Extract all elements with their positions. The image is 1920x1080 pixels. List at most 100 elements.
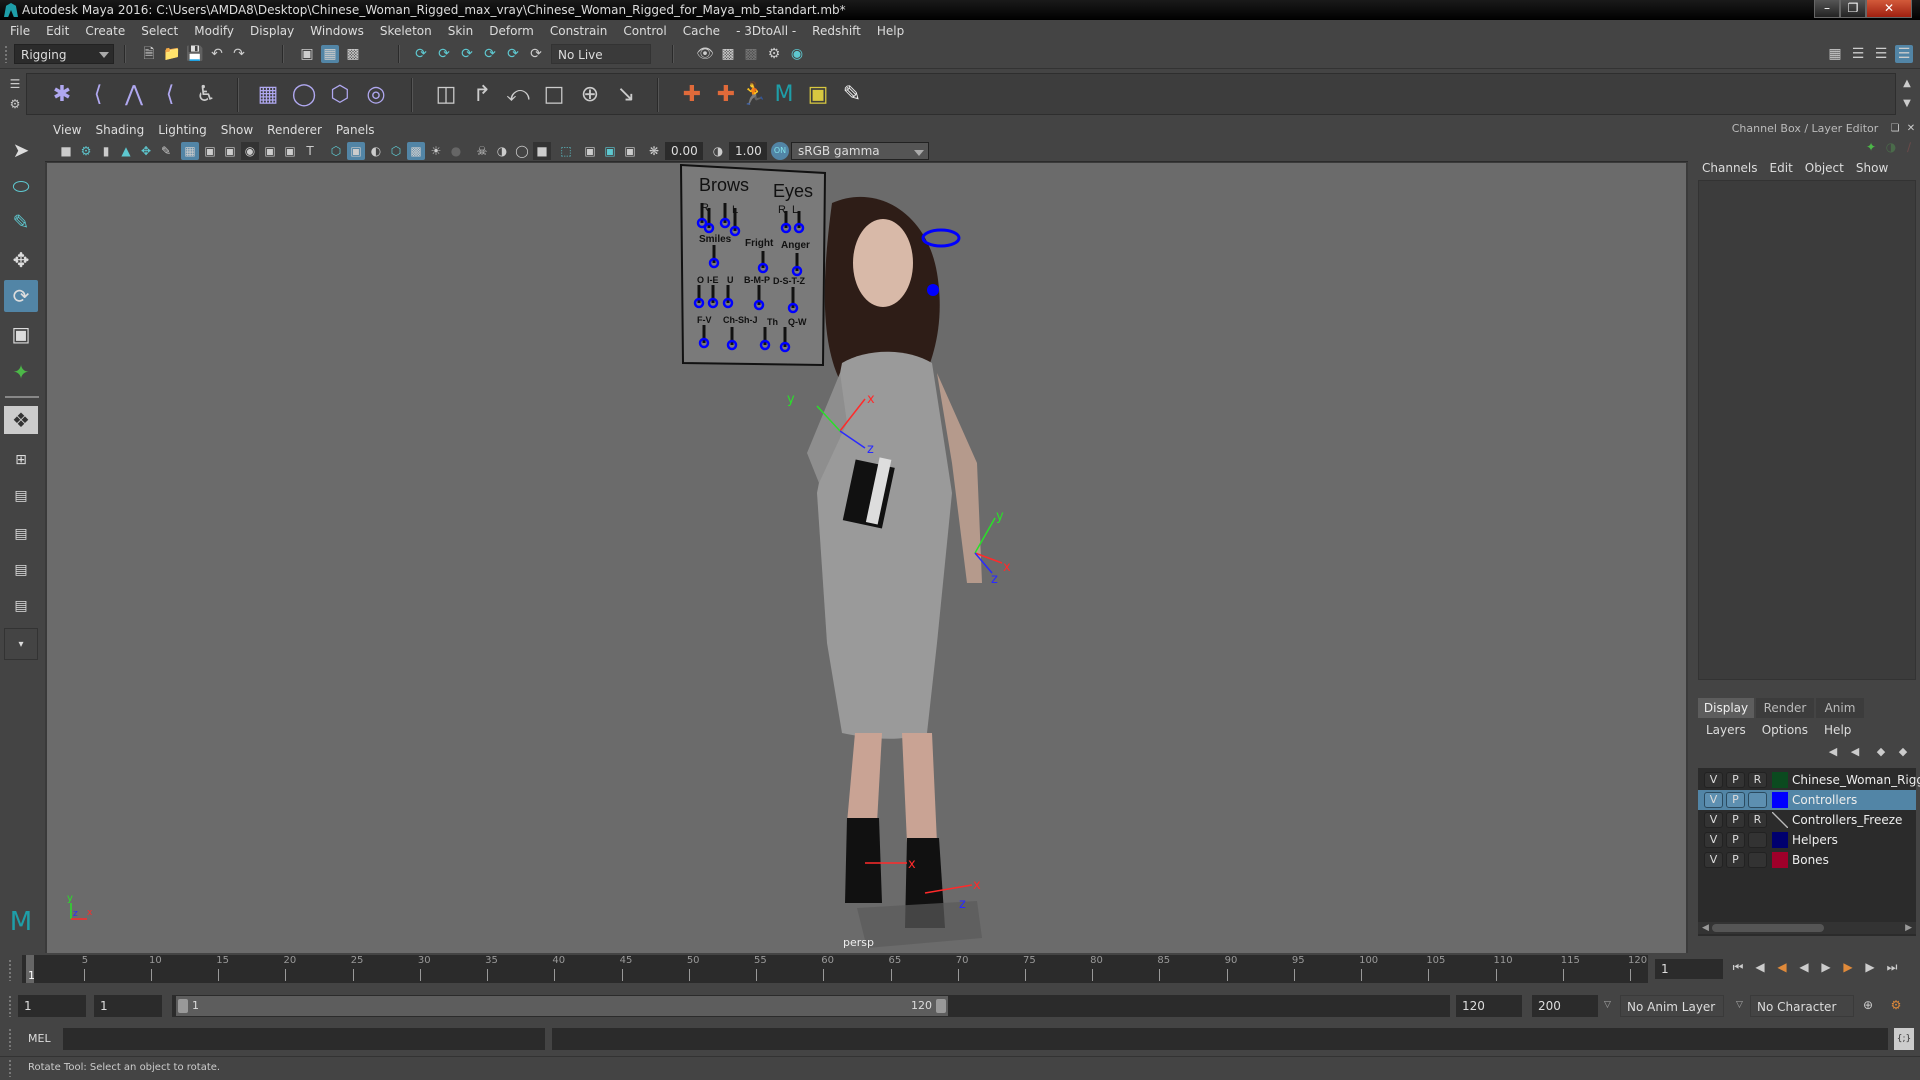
tab-display[interactable]: Display <box>1698 698 1754 718</box>
speed-icon[interactable]: ◑ <box>1882 138 1900 156</box>
restore-button[interactable]: ❐ <box>1840 0 1866 18</box>
field-chart-icon[interactable]: ▣ <box>261 142 279 160</box>
playback-toggle[interactable]: P <box>1726 852 1745 868</box>
visibility-toggle[interactable]: V <box>1704 812 1723 828</box>
layer-horizontal-scrollbar[interactable]: ◀ ▶ <box>1698 922 1916 934</box>
paint-select-tool-icon[interactable]: ✎ <box>4 206 38 238</box>
rotate-tool-icon[interactable]: ⟳ <box>4 280 38 312</box>
menuset-dropdown[interactable]: Rigging <box>14 44 114 64</box>
hyperbolic-icon[interactable]: ∕ <box>1900 138 1918 156</box>
select-tool-icon[interactable]: ➤ <box>4 134 38 166</box>
modeling-toolkit-icon[interactable]: ▦ <box>1826 45 1844 63</box>
shelf-menu-icon[interactable]: ☰ <box>6 75 24 93</box>
command-language-label[interactable]: MEL <box>28 1032 51 1045</box>
parent-constraint-icon[interactable]: ◫ <box>431 80 461 110</box>
camera-select-icon[interactable]: ■ <box>57 142 75 160</box>
menu-cache[interactable]: Cache <box>675 20 728 42</box>
reference-toggle[interactable] <box>1748 852 1767 868</box>
menu-skeleton[interactable]: Skeleton <box>372 20 440 42</box>
close-panel-icon[interactable]: ✕ <box>1902 120 1920 138</box>
render-frame-icon[interactable]: ▩ <box>719 45 737 63</box>
locator-icon[interactable]: ✚ <box>677 80 707 110</box>
menu-skin[interactable]: Skin <box>440 20 482 42</box>
bookmark-icon[interactable]: ▮ <box>97 142 115 160</box>
snap-view-plane-icon[interactable]: ⟳ <box>481 45 499 63</box>
select-camera-icon[interactable]: ⬚ <box>557 142 575 160</box>
smooth-shade-icon[interactable]: ▣ <box>347 142 365 160</box>
pole-vector-icon[interactable]: ↘ <box>611 80 641 110</box>
gate-mask-icon[interactable]: ◉ <box>241 142 259 160</box>
universal-manipulator-icon[interactable]: ✦ <box>4 356 38 388</box>
range-grip[interactable] <box>8 995 12 1017</box>
play-backward-icon[interactable]: ◀ <box>1796 959 1812 975</box>
reference-toggle[interactable] <box>1748 792 1767 808</box>
channels-menu[interactable]: Channels <box>1690 158 1764 178</box>
step-back-key-icon[interactable]: ◀​ <box>1752 959 1768 975</box>
tool-settings-icon[interactable]: ☰ <box>1872 45 1890 63</box>
step-forward-frame-icon[interactable]: ▶ <box>1840 959 1856 975</box>
step-forward-key-icon[interactable]: ▶ <box>1862 959 1878 975</box>
layer-color-swatch[interactable] <box>1772 812 1788 828</box>
persp-graph-layout-icon[interactable]: ▤ <box>4 518 38 550</box>
snap-curve-icon[interactable]: ⟳ <box>435 45 453 63</box>
maya-m-icon[interactable]: M <box>769 80 799 110</box>
hypershade-layout-icon[interactable]: ▤ <box>4 554 38 586</box>
layer-row[interactable]: V P Helpers <box>1698 830 1916 850</box>
show-menu[interactable]: Show <box>1850 158 1894 178</box>
new-scene-icon[interactable]: 🗎 <box>140 45 158 63</box>
menu-modify[interactable]: Modify <box>186 20 242 42</box>
snap-surface-icon[interactable]: ⟳ <box>504 45 522 63</box>
reference-toggle[interactable] <box>1748 832 1767 848</box>
panel-menu-panels[interactable]: Panels <box>329 120 382 140</box>
cluster-icon[interactable]: ◎ <box>361 80 391 110</box>
menu-edit[interactable]: Edit <box>38 20 77 42</box>
snap-point-icon[interactable]: ⟳ <box>458 45 476 63</box>
shadows-icon[interactable]: ● <box>447 142 465 160</box>
layer-row[interactable]: V P Bones <box>1698 850 1916 870</box>
object-menu[interactable]: Object <box>1799 158 1850 178</box>
isolate-select-icon[interactable]: ■ <box>533 142 551 160</box>
hud-icon[interactable]: ▣ <box>581 142 599 160</box>
panel-menu-show[interactable]: Show <box>214 120 260 140</box>
move-tool-icon[interactable]: ✥ <box>4 244 38 276</box>
menu-control[interactable]: Control <box>615 20 674 42</box>
scale-constraint-icon[interactable]: □ <box>539 80 569 110</box>
auto-key-icon[interactable]: ⊕ <box>1860 997 1876 1013</box>
undo-icon[interactable]: ↶ <box>208 45 226 63</box>
select-hierarchy-icon[interactable]: ▣ <box>298 45 316 63</box>
redo-icon[interactable]: ↷ <box>230 45 248 63</box>
layers-shelf-icon[interactable]: ▣ <box>803 80 833 110</box>
lasso-tool-icon[interactable]: ⬭ <box>4 170 38 202</box>
render-view-icon[interactable]: 👁 <box>696 45 714 63</box>
time-slider[interactable]: 1 5 10 15 20 25 30 35 40 45 50 55 60 65 70 75 80 85 90 95 1… <box>0 955 1920 985</box>
animation-start-field[interactable]: 1 <box>18 995 86 1017</box>
layer-color-swatch[interactable] <box>1772 832 1788 848</box>
live-surface-field[interactable]: No Live Surface <box>551 44 651 82</box>
safe-action-icon[interactable]: ▣ <box>281 142 299 160</box>
scroll-right-icon[interactable]: ▶ <box>1905 923 1912 933</box>
menu-constrain[interactable]: Constrain <box>542 20 616 42</box>
ik-spline-icon[interactable]: ⋀ <box>119 80 149 110</box>
menu-3dtoall[interactable]: - 3DtoAll - <box>728 20 804 42</box>
tab-anim[interactable]: Anim <box>1816 698 1864 718</box>
attribute-editor-icon[interactable]: ☰ <box>1849 45 1867 63</box>
scale-tool-icon[interactable]: ▣ <box>4 318 38 350</box>
command-grip[interactable] <box>8 1028 12 1050</box>
step-back-frame-icon[interactable]: ◀ <box>1774 959 1790 975</box>
shelf-settings-icon[interactable]: ⚙ <box>6 95 24 113</box>
playback-start-field[interactable]: 1 <box>94 995 162 1017</box>
ipr-render-icon[interactable]: ▩ <box>742 45 760 63</box>
single-pane-layout-icon[interactable]: ❖ <box>4 406 38 434</box>
close-button[interactable]: ✕ <box>1866 0 1912 18</box>
menu-select[interactable]: Select <box>133 20 186 42</box>
command-input[interactable] <box>63 1028 545 1050</box>
layer-color-swatch[interactable] <box>1772 852 1788 868</box>
shelf-scroll-up-icon[interactable]: ▲ <box>1898 75 1916 93</box>
render-settings-icon[interactable]: ⚙ <box>765 45 783 63</box>
wireframe-icon[interactable]: ⬡ <box>327 142 345 160</box>
exposure-field[interactable]: 0.00 <box>665 142 703 160</box>
new-empty-layer-icon[interactable]: ◆ <box>1872 743 1890 761</box>
menu-file[interactable]: File <box>0 20 38 42</box>
grid-icon[interactable]: ▦ <box>181 142 199 160</box>
default-material-icon[interactable]: ◐ <box>367 142 385 160</box>
